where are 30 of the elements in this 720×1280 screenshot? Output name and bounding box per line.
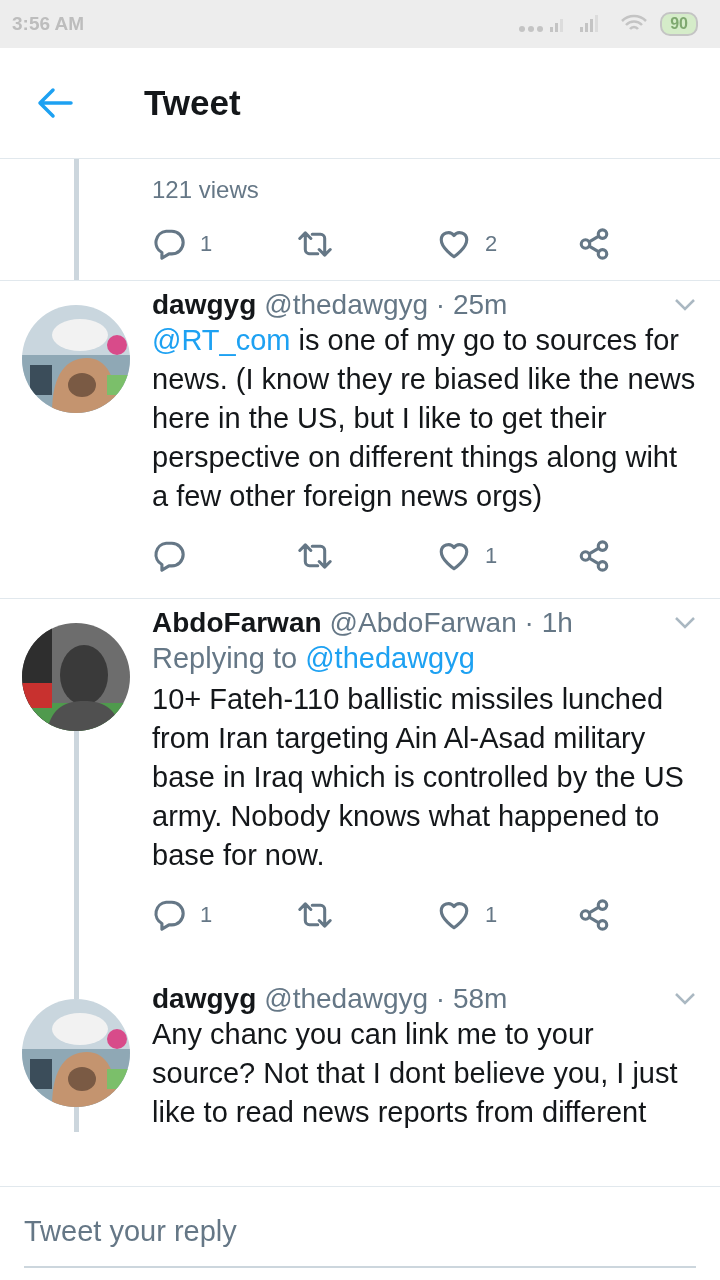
user-handle-time: @AbdoFarwan · 1h [329,607,573,639]
share-icon [577,227,611,261]
tweet-text: Any chanc you can link me to your source? Not that I dont believe you, I just like to read news reports from different [152,1017,679,1130]
user-name: dawgyg [152,289,257,321]
mention-link[interactable]: @thedawgyg [305,642,475,674]
comment-icon [152,227,186,261]
user-name: AbdoFarwan [152,607,322,639]
chevron-down-icon [674,616,696,630]
like-button[interactable]: 1 [437,898,577,932]
user-name: dawgyg [152,983,257,1015]
share-icon [577,539,611,573]
view-count: 121 views [152,175,260,204]
chevron-down-icon [674,992,696,1006]
replying-to-text: Replying to @thedawgyg [152,641,476,676]
tweet-text: @RT_com is one of my go to sources for news. (I know they re biased like the news here in the US, but I like to get their perspective on different things along wiht a few other foreign news orgs) [152,323,696,514]
reply-button[interactable]: 1 [152,227,297,261]
chevron-down-icon [674,298,696,312]
tweet-text: 10+ Fateh-110 ballistic missiles lunched from Iran targeting Ain Al-Asad military base in Iraq which is controlled by the US army. Nobody knows what happened to base for now. [152,682,685,873]
comment-icon [152,539,186,573]
like-button[interactable]: 2 [437,227,577,261]
share-icon [577,898,611,932]
battery-level: 90 [660,12,698,36]
back-arrow-icon [37,87,73,119]
mention-link[interactable]: @RT_com [152,324,291,356]
user-handle-time: @thedawgyg · 25m [264,289,508,321]
like-button[interactable]: 1 [437,539,577,573]
user-handle-time: @thedawgyg · 58m [264,983,508,1015]
comment-icon [152,898,186,932]
reply-button[interactable]: 1 [152,898,297,932]
page-title: Tweet [144,83,241,123]
